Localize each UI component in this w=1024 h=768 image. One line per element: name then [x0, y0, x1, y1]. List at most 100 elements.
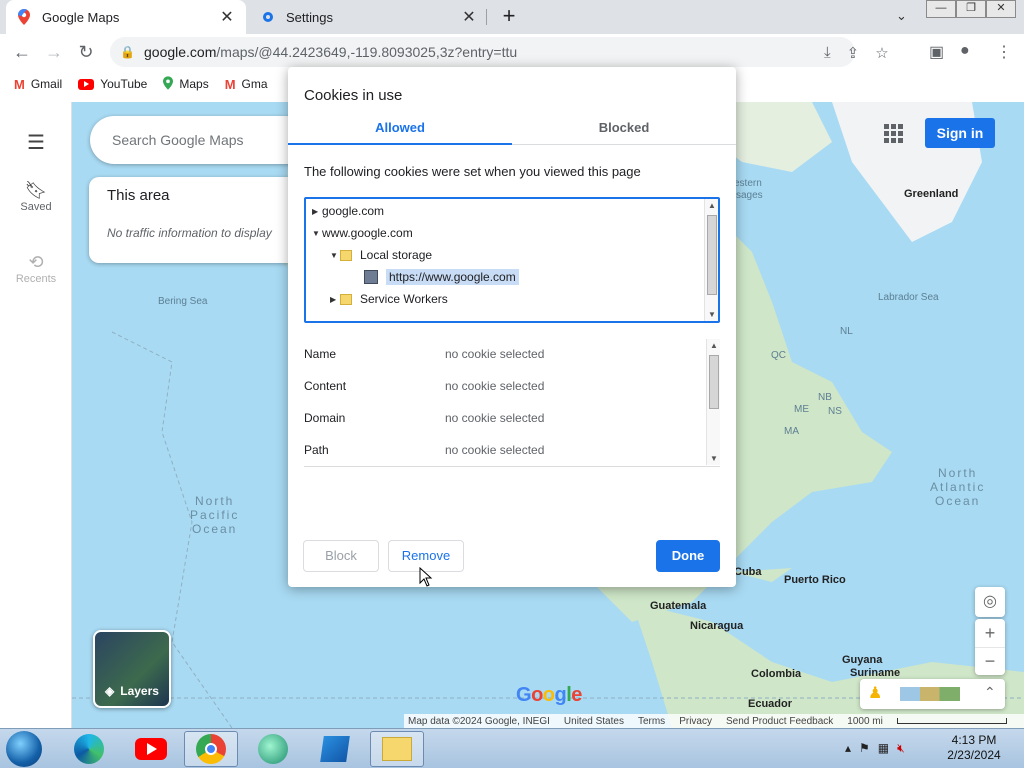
tree-label-selected: https://www.google.com: [386, 269, 519, 285]
file-explorer-icon[interactable]: [370, 731, 424, 767]
tree-item-google-com[interactable]: ▶ google.com: [312, 201, 384, 221]
detail-value: no cookie selected: [445, 411, 545, 425]
apps-grid-icon[interactable]: [884, 124, 904, 144]
map-label: Cuba: [734, 566, 762, 578]
close-window-icon[interactable]: ✕: [986, 0, 1016, 18]
privacy-link[interactable]: Privacy: [679, 716, 712, 727]
chrome-icon[interactable]: [184, 731, 238, 767]
window-controls: — ❐ ✕: [926, 0, 1016, 18]
side-panel-icon[interactable]: ▣: [929, 42, 944, 62]
expand-arrow-icon[interactable]: ▶: [330, 295, 340, 304]
profile-icon[interactable]: ●: [960, 42, 970, 60]
browser-app-icon[interactable]: [246, 731, 300, 767]
tab-blocked[interactable]: Blocked: [512, 119, 736, 145]
close-icon[interactable]: ✕: [460, 7, 478, 27]
detail-key: Content: [304, 379, 347, 393]
start-button[interactable]: [6, 731, 42, 767]
done-button[interactable]: Done: [656, 540, 720, 572]
scroll-down-icon[interactable]: ▼: [705, 310, 719, 319]
bookmark-maps[interactable]: Maps: [163, 75, 209, 93]
tab-google-maps[interactable]: Google Maps ✕: [6, 0, 246, 34]
folder-icon: [340, 293, 352, 305]
hamburger-menu-icon[interactable]: ☰: [0, 130, 72, 155]
terms-link[interactable]: Terms: [638, 716, 665, 727]
search-placeholder: Search Google Maps: [112, 132, 244, 148]
zoom-out-icon[interactable]: −: [975, 647, 1005, 675]
this-area-card: This area No traffic information to disp…: [89, 177, 311, 263]
scroll-up-icon[interactable]: ▲: [707, 341, 721, 350]
tree-label: Service Workers: [360, 292, 448, 306]
star-icon[interactable]: ☆: [875, 44, 888, 62]
maps-pin-icon: [16, 9, 32, 25]
bookmark-gmail[interactable]: M Gmail: [14, 77, 62, 92]
card-text: No traffic information to display: [107, 226, 272, 240]
volume-muted-icon[interactable]: 🔇︎: [897, 741, 905, 756]
detail-key: Name: [304, 347, 337, 361]
recents-button[interactable]: ⟲ Recents: [0, 252, 72, 285]
layers-button[interactable]: ◈ Layers: [93, 630, 171, 708]
scroll-thumb[interactable]: [709, 355, 719, 409]
layers-label: ◈ Layers: [105, 684, 159, 698]
install-icon[interactable]: ⤓: [824, 44, 831, 62]
minimize-icon[interactable]: —: [926, 0, 956, 18]
tree-item-service-workers[interactable]: ▶ Service Workers: [330, 289, 448, 309]
dialog-tabs: Allowed Blocked: [288, 119, 736, 145]
cookie-tree[interactable]: ▶ google.com ▼ www.google.com ▼ Local st…: [304, 197, 720, 323]
close-icon[interactable]: ✕: [218, 7, 236, 27]
tab-allowed[interactable]: Allowed: [288, 119, 512, 145]
clock[interactable]: 4:13 PM 2/23/2024: [934, 733, 1014, 763]
bookmark-youtube[interactable]: YouTube: [78, 77, 147, 91]
scale-label[interactable]: 1000 mi: [847, 716, 883, 727]
feedback-link[interactable]: Send Product Feedback: [726, 716, 833, 727]
tree-label: Local storage: [360, 248, 433, 262]
search-input[interactable]: Search Google Maps: [90, 116, 310, 164]
reload-icon[interactable]: ↻: [74, 40, 98, 64]
back-arrow-icon[interactable]: ←: [10, 40, 34, 64]
block-button[interactable]: Block: [303, 540, 379, 572]
edge-icon[interactable]: [62, 731, 116, 767]
menu-dots-icon[interactable]: ⋮: [996, 42, 1012, 62]
collapse-arrow-icon[interactable]: ▼: [330, 251, 340, 260]
map-label: Suriname: [850, 667, 901, 679]
scroll-up-icon[interactable]: ▲: [705, 201, 719, 210]
map-data-text: Map data ©2024 Google, INEGI: [408, 715, 550, 727]
tree-item-origin[interactable]: https://www.google.com: [364, 267, 519, 287]
tab-settings[interactable]: Settings ✕: [250, 0, 488, 34]
flag-icon[interactable]: ⚑: [859, 741, 870, 756]
chevron-down-icon[interactable]: ⌄: [896, 8, 907, 24]
my-location-icon[interactable]: ◎: [975, 587, 1005, 617]
gmail-icon: M: [224, 76, 236, 92]
tree-item-local-storage[interactable]: ▼ Local storage: [330, 245, 432, 265]
tree-scrollbar[interactable]: ▲ ▼: [704, 199, 718, 321]
expand-arrow-icon[interactable]: ▶: [312, 207, 322, 216]
chevron-up-icon[interactable]: ▴: [845, 741, 851, 756]
forward-arrow-icon[interactable]: →: [42, 40, 66, 64]
imagery-thumbnails[interactable]: [900, 687, 960, 701]
address-bar[interactable]: 🔒 google.com/maps/@44.2423649,-119.80930…: [110, 37, 855, 67]
scroll-thumb[interactable]: [707, 215, 717, 295]
clock-date: 2/23/2024: [947, 748, 1001, 762]
app-icon[interactable]: [308, 731, 362, 767]
chevron-up-icon[interactable]: ⌃: [984, 684, 996, 701]
zoom-in-icon[interactable]: +: [975, 619, 1005, 647]
bookmark-gmail-2[interactable]: M Gma: [225, 77, 268, 92]
sign-in-button[interactable]: Sign in: [925, 118, 995, 148]
scroll-down-icon[interactable]: ▼: [707, 454, 721, 463]
saved-button[interactable]: 🔖︎ Saved: [0, 180, 72, 213]
youtube-app-icon[interactable]: [124, 731, 178, 767]
dialog-description: The following cookies were set when you …: [304, 164, 641, 179]
left-rail: ☰ 🔖︎ Saved ⟲ Recents: [0, 102, 72, 728]
collapse-arrow-icon[interactable]: ▼: [312, 229, 322, 238]
region-link[interactable]: United States: [564, 716, 624, 727]
pegman-icon[interactable]: ♟: [868, 683, 882, 703]
share-icon[interactable]: ⇪: [847, 44, 860, 62]
youtube-icon: [78, 78, 95, 90]
details-scrollbar[interactable]: ▲ ▼: [706, 339, 720, 465]
network-icon[interactable]: ▦: [878, 741, 889, 756]
new-tab-icon[interactable]: +: [498, 5, 520, 27]
scale-bar: [896, 718, 1007, 724]
tree-item-www-google-com[interactable]: ▼ www.google.com: [312, 223, 413, 243]
map-label: Guyana: [842, 654, 883, 666]
restore-icon[interactable]: ❐: [956, 0, 986, 18]
map-label: Greenland: [904, 188, 959, 200]
